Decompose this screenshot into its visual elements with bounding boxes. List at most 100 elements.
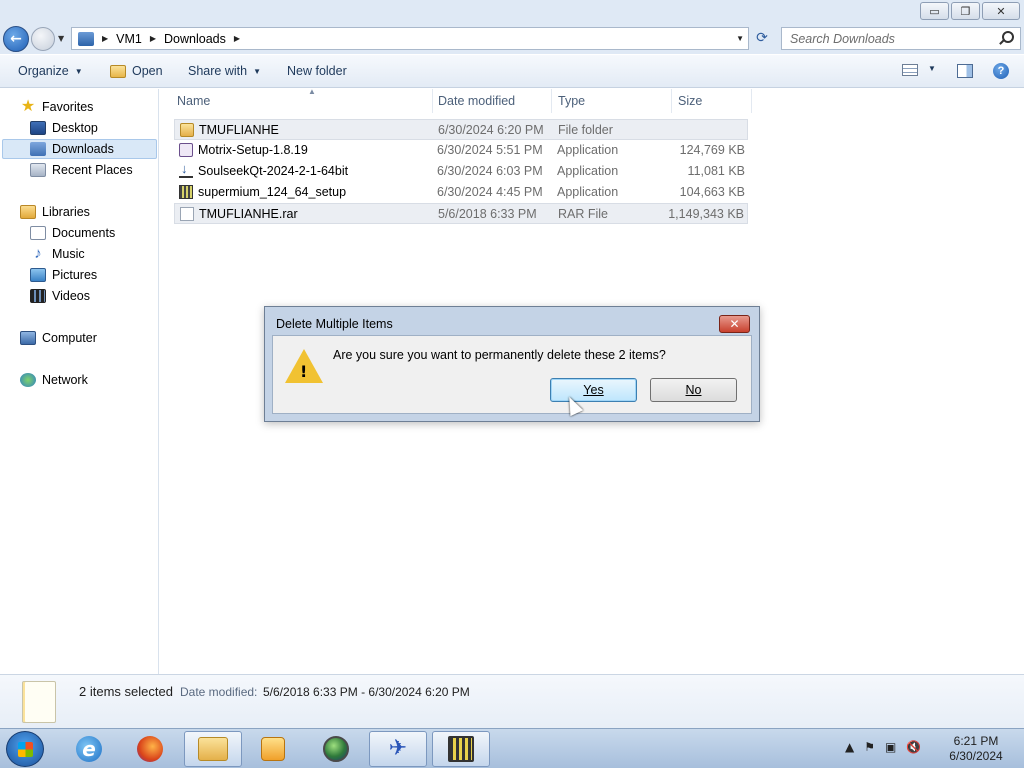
column-header-name[interactable]: Name ▲ — [171, 87, 433, 113]
taskbar-media-player[interactable] — [244, 731, 302, 767]
network-status-icon[interactable]: ▣ — [885, 740, 896, 754]
installer-icon — [179, 161, 193, 178]
file-size: 104,663 KB — [679, 185, 745, 199]
sidebar-item-pictures[interactable]: Pictures — [30, 265, 97, 285]
music-icon: ♪ — [34, 245, 42, 262]
change-view-icon[interactable] — [902, 64, 918, 76]
file-date: 5/6/2018 6:33 PM — [438, 207, 537, 221]
sidebar-item-label: Documents — [52, 226, 116, 240]
videos-icon — [30, 289, 46, 303]
forward-button[interactable] — [31, 27, 55, 51]
chevron-right-icon[interactable]: ▶ — [150, 34, 156, 43]
new-folder-button[interactable]: New folder — [287, 64, 347, 78]
taskbar-globe-app[interactable] — [307, 731, 365, 767]
address-bar[interactable]: ▶ VM1 ▶ Downloads ▶ ▼ — [71, 27, 749, 50]
navigation-pane: ★ Favorites Desktop Downloads Recent Pla… — [0, 89, 159, 674]
dialog-message: Are you sure you want to permanently del… — [333, 348, 666, 362]
folder-icon — [78, 31, 94, 46]
column-header-size[interactable]: Size — [672, 89, 752, 113]
recent-places-icon — [30, 163, 46, 177]
taskbar-internet-explorer[interactable]: e — [60, 731, 118, 767]
sidebar-item-favorites[interactable]: ★ Favorites — [20, 97, 94, 117]
sidebar-item-documents[interactable]: Documents — [30, 223, 115, 243]
sidebar-item-label: Videos — [52, 289, 90, 303]
table-row[interactable]: SoulseekQt-2024-2-1-64bit 6/30/2024 6:03… — [174, 161, 748, 182]
file-size: 1,149,343 KB — [668, 207, 744, 221]
table-row[interactable]: Motrix-Setup-1.8.19 6/30/2024 5:51 PM Ap… — [174, 140, 748, 161]
taskbar-installer-app[interactable] — [432, 731, 490, 767]
sidebar-item-libraries[interactable]: Libraries — [20, 202, 90, 222]
installer-icon — [448, 736, 474, 762]
close-button[interactable]: ✕ — [982, 2, 1020, 20]
column-header-date[interactable]: Date modified — [432, 89, 552, 113]
maximize-button[interactable]: ❐ — [951, 2, 980, 20]
share-with-button[interactable]: Share with ▼ — [188, 64, 261, 78]
column-header-type[interactable]: Type — [552, 89, 672, 113]
downloads-folder-icon — [30, 142, 46, 156]
file-name: supermium_124_64_setup — [198, 185, 347, 199]
sidebar-item-label: Downloads — [52, 142, 114, 156]
organize-button[interactable]: Organize ▼ — [18, 64, 83, 78]
dialog-close-button[interactable]: ✕ — [719, 315, 750, 333]
sidebar-item-downloads[interactable]: Downloads — [2, 139, 157, 159]
yes-label: Yes — [583, 383, 604, 397]
window-controls: ▭ ❐ ✕ — [920, 2, 1020, 20]
internet-explorer-icon: e — [76, 736, 102, 762]
sidebar-item-videos[interactable]: Videos — [30, 286, 90, 306]
file-name: Motrix-Setup-1.8.19 — [198, 143, 308, 157]
file-type: Application — [557, 185, 619, 199]
chevron-down-icon: ▼ — [74, 66, 83, 76]
chevron-right-icon[interactable]: ▶ — [234, 34, 240, 43]
help-icon[interactable]: ? — [993, 63, 1009, 79]
chevron-down-icon[interactable]: ▼ — [928, 64, 936, 73]
breadcrumb-downloads[interactable]: Downloads — [164, 32, 226, 46]
file-date: 6/30/2024 6:03 PM — [437, 164, 543, 178]
date-modified-label: Date modified: — [180, 685, 258, 699]
open-button[interactable]: Open — [110, 64, 163, 78]
multiple-files-icon — [22, 681, 56, 723]
clock[interactable]: 6:21 PM 6/30/2024 — [936, 734, 1016, 764]
title-bar: ▭ ❐ ✕ — [0, 0, 1024, 24]
back-button[interactable]: ← — [3, 26, 29, 52]
table-row[interactable]: supermium_124_64_setup 6/30/2024 4:45 PM… — [174, 182, 748, 203]
start-button[interactable] — [6, 731, 44, 767]
details-pane: 2 items selected Date modified: 5/6/2018… — [0, 674, 1024, 728]
sort-ascending-icon: ▲ — [308, 87, 316, 96]
breadcrumb-vm1[interactable]: VM1 — [116, 32, 142, 46]
volume-muted-icon[interactable]: 🔇 — [906, 740, 921, 754]
file-date: 6/30/2024 6:20 PM — [438, 123, 544, 137]
search-icon[interactable] — [1002, 31, 1014, 43]
minimize-button[interactable]: ▭ — [920, 2, 949, 20]
recent-pages-dropdown[interactable]: ▼ — [58, 34, 64, 43]
clock-time: 6:21 PM — [953, 734, 999, 748]
sidebar-item-network[interactable]: Network — [20, 370, 88, 390]
installer-icon — [179, 143, 193, 157]
no-button[interactable]: No — [650, 378, 737, 402]
flag-icon[interactable]: ⚑ — [864, 740, 875, 754]
sidebar-item-recent-places[interactable]: Recent Places — [30, 160, 133, 180]
pictures-icon — [30, 268, 46, 282]
sidebar-item-computer[interactable]: Computer — [20, 328, 97, 348]
selection-count: 2 items selected — [79, 684, 173, 699]
preview-pane-icon[interactable] — [957, 64, 973, 78]
column-label: Date modified — [438, 94, 516, 108]
address-history-dropdown[interactable]: ▼ — [736, 34, 744, 43]
taskbar-firefox[interactable] — [121, 731, 179, 767]
file-name: TMUFLIANHE.rar — [199, 207, 298, 221]
show-hidden-icons-icon[interactable]: ▲ — [845, 740, 854, 754]
chevron-right-icon[interactable]: ▶ — [102, 34, 108, 43]
open-label: Open — [132, 64, 163, 78]
search-input[interactable]: Search Downloads — [781, 27, 1021, 50]
installer-icon — [179, 185, 193, 199]
sidebar-item-music[interactable]: ♪ Music — [30, 244, 84, 264]
file-type: Application — [557, 143, 619, 157]
refresh-icon[interactable]: ⟳ — [752, 30, 772, 48]
sidebar-item-label: Computer — [42, 331, 97, 345]
taskbar-windows-explorer[interactable] — [184, 731, 242, 767]
table-row[interactable]: TMUFLIANHE.rar 5/6/2018 6:33 PM RAR File… — [174, 203, 748, 224]
clock-date: 6/30/2024 — [949, 749, 1003, 763]
search-placeholder: Search Downloads — [790, 32, 895, 46]
taskbar-bird-app[interactable]: ✈ — [369, 731, 427, 767]
table-row[interactable]: TMUFLIANHE 6/30/2024 6:20 PM File folder — [174, 119, 748, 140]
sidebar-item-desktop[interactable]: Desktop — [30, 118, 98, 138]
